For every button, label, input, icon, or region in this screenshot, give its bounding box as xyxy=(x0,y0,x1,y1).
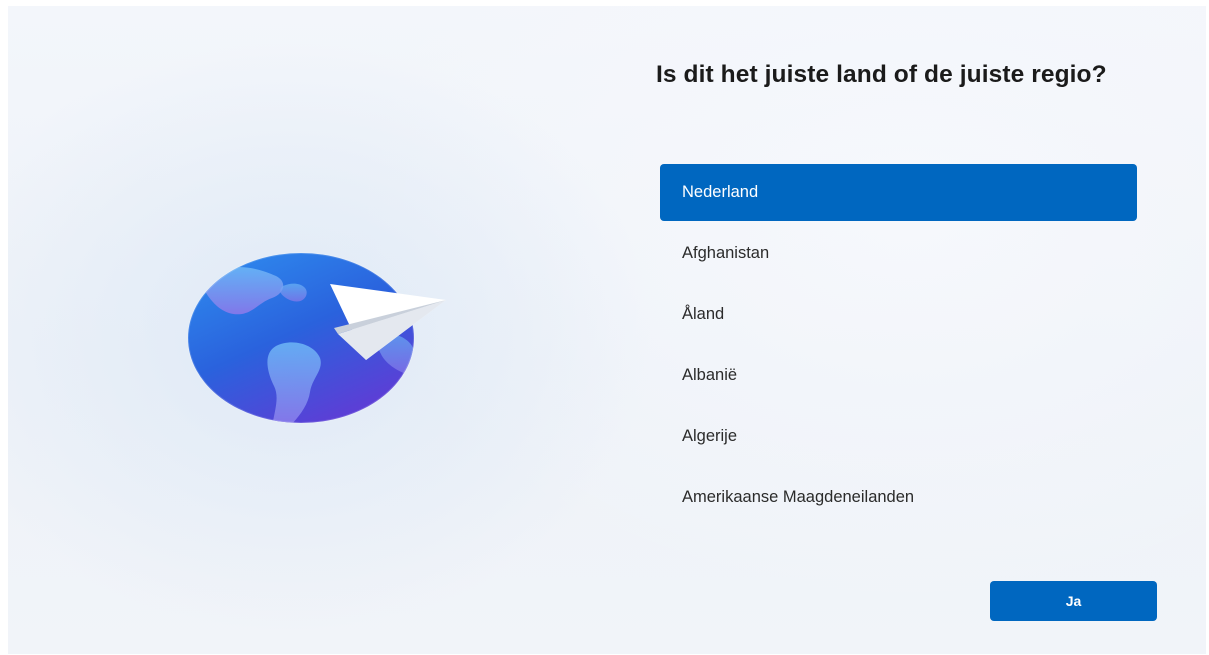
country-list[interactable]: Nederland Afghanistan Åland Albanië Alge… xyxy=(660,164,1137,530)
globe-with-paper-plane-icon xyxy=(187,252,446,424)
yes-button[interactable]: Ja xyxy=(990,581,1157,621)
globe-illustration xyxy=(187,246,458,431)
country-item-nederland[interactable]: Nederland xyxy=(660,164,1137,221)
oobe-screen: Is dit het juiste land of de juiste regi… xyxy=(8,6,1206,654)
country-item-amerikaanse-maagdeneilanden[interactable]: Amerikaanse Maagdeneilanden xyxy=(660,469,1137,526)
country-item-algerije[interactable]: Algerije xyxy=(660,408,1137,465)
country-item-aland[interactable]: Åland xyxy=(660,286,1137,343)
country-item-albanie[interactable]: Albanië xyxy=(660,347,1137,404)
country-item-afghanistan[interactable]: Afghanistan xyxy=(660,225,1137,282)
page-title: Is dit het juiste land of de juiste regi… xyxy=(656,61,1107,88)
